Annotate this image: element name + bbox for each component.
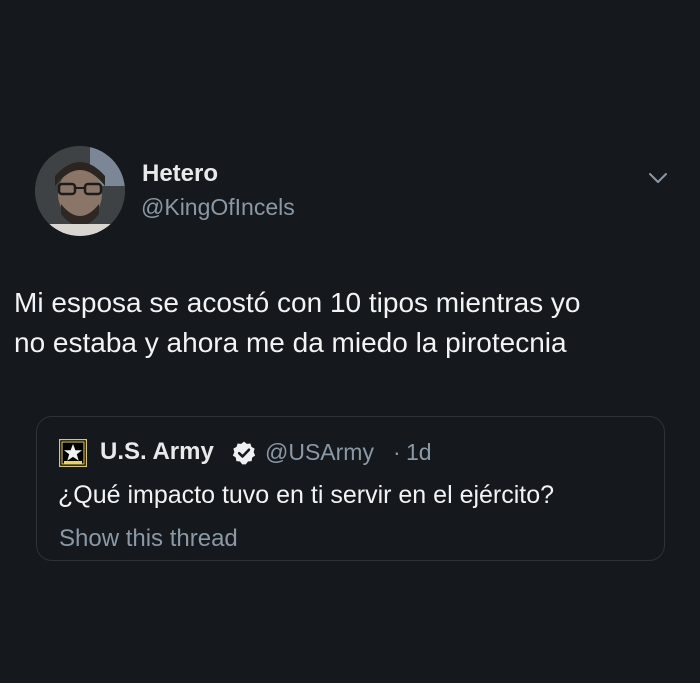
timestamp[interactable]: 1d (406, 439, 432, 466)
avatar[interactable] (35, 146, 125, 236)
tweet-text: Mi esposa se acostó con 10 tipos mientra… (14, 287, 581, 358)
dot-separator: · (393, 439, 401, 465)
chevron-down-icon[interactable] (646, 166, 670, 190)
quoted-author-handle[interactable]: @USArmy (265, 439, 374, 466)
quoted-tweet-text: ¿Qué impacto tuvo en ti servir en el ejé… (58, 481, 555, 509)
tweet-card: Hetero @KingOfIncels Mi esposa se acostó… (0, 0, 700, 683)
quoted-tweet[interactable]: U.S. Army @USArmy · 1d ¿Qué impacto tuvo… (36, 416, 665, 561)
verified-badge-icon (231, 440, 257, 466)
quoted-author-name[interactable]: U.S. Army (100, 438, 214, 466)
show-thread-link[interactable]: Show this thread (59, 525, 238, 553)
author-name[interactable]: Hetero (142, 160, 218, 188)
avatar-photo-icon (35, 146, 125, 236)
army-star-logo-icon (58, 438, 88, 468)
author-handle[interactable]: @KingOfIncels (141, 194, 295, 221)
